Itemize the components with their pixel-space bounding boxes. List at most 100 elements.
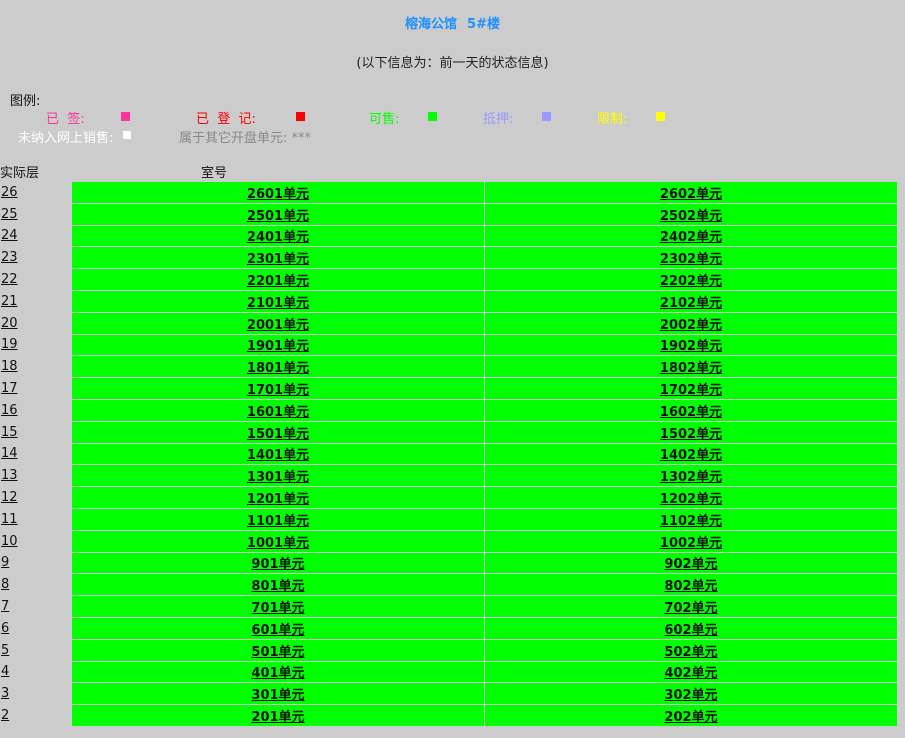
floor-link[interactable]: 13: [1, 468, 18, 483]
unit-link[interactable]: 1202单元: [660, 492, 722, 507]
floor-link[interactable]: 15: [1, 425, 18, 440]
table-row: 14 1401单元 1402单元: [0, 442, 898, 466]
unit-link[interactable]: 2002单元: [660, 318, 722, 333]
floor-link[interactable]: 21: [1, 294, 18, 309]
floor-link[interactable]: 2: [1, 708, 9, 723]
unit-link[interactable]: 301单元: [251, 688, 304, 703]
unit-link[interactable]: 1801单元: [247, 361, 309, 376]
unit-link[interactable]: 2101单元: [247, 296, 309, 311]
floor-link[interactable]: 16: [1, 403, 18, 418]
unit-link[interactable]: 702单元: [664, 601, 717, 616]
unit-cell: 1801单元: [71, 355, 485, 379]
floor-cell: 21: [0, 289, 72, 313]
legend-mortgaged-label: 抵押:: [483, 112, 514, 127]
floor-link[interactable]: 12: [1, 490, 18, 505]
page-title: 榕海公馆 5#楼: [0, 13, 905, 32]
unit-link[interactable]: 1102单元: [660, 514, 722, 529]
unit-link[interactable]: 1301单元: [247, 470, 309, 485]
floor-link[interactable]: 10: [1, 534, 18, 549]
unit-link[interactable]: 2202单元: [660, 274, 722, 289]
unit-link[interactable]: 2401单元: [247, 230, 309, 245]
unit-link[interactable]: 2301单元: [247, 252, 309, 267]
floor-cell: 22: [0, 268, 72, 291]
unit-link[interactable]: 401单元: [251, 666, 304, 681]
floor-link[interactable]: 4: [1, 664, 9, 679]
unit-link[interactable]: 1101单元: [247, 514, 309, 529]
unit-cell: 401单元: [71, 660, 485, 684]
unit-link[interactable]: 2502单元: [660, 209, 722, 224]
unit-cell: 301单元: [71, 682, 485, 706]
legend-unlisted-swatch: [123, 131, 131, 139]
unit-link[interactable]: 1601单元: [247, 405, 309, 420]
unit-link[interactable]: 802单元: [664, 579, 717, 594]
table-row: 6 601单元 602单元: [0, 616, 898, 640]
floor-link[interactable]: 20: [1, 316, 18, 331]
floor-link[interactable]: 24: [1, 228, 18, 243]
table-row: 2 201单元 202单元: [0, 704, 898, 727]
unit-link[interactable]: 701单元: [251, 601, 304, 616]
unit-link[interactable]: 1302单元: [660, 470, 722, 485]
floor-link[interactable]: 9: [1, 555, 9, 570]
unit-link[interactable]: 501单元: [251, 645, 304, 660]
floor-link[interactable]: 18: [1, 359, 18, 374]
floor-link[interactable]: 22: [1, 272, 18, 287]
floor-link[interactable]: 7: [1, 599, 9, 614]
unit-link[interactable]: 1901单元: [247, 339, 309, 354]
unit-link[interactable]: 1701单元: [247, 383, 309, 398]
unit-link[interactable]: 2302单元: [660, 252, 722, 267]
unit-link[interactable]: 2201单元: [247, 274, 309, 289]
unit-table: 26 2601单元 2602单元 25 2501单元 2502单元 24 2401单元 2402…: [0, 181, 898, 727]
floor-cell: 8: [0, 573, 72, 597]
unit-link[interactable]: 402单元: [664, 666, 717, 681]
unit-link[interactable]: 201单元: [251, 710, 304, 725]
unit-link[interactable]: 1802单元: [660, 361, 722, 376]
unit-link[interactable]: 1401单元: [247, 448, 309, 463]
floor-cell: 20: [0, 311, 72, 335]
unit-link[interactable]: 302单元: [664, 688, 717, 703]
unit-link[interactable]: 1501单元: [247, 427, 309, 442]
unit-link[interactable]: 1502单元: [660, 427, 722, 442]
unit-link[interactable]: 2602单元: [660, 187, 722, 202]
floor-link[interactable]: 3: [1, 686, 9, 701]
unit-link[interactable]: 1002单元: [660, 536, 722, 551]
unit-link[interactable]: 1602单元: [660, 405, 722, 420]
unit-cell: 801单元: [71, 573, 485, 597]
unit-link[interactable]: 502单元: [664, 645, 717, 660]
unit-link[interactable]: 602单元: [664, 623, 717, 638]
unit-cell: 1201单元: [71, 486, 485, 509]
unit-link[interactable]: 901单元: [251, 557, 304, 572]
floor-link[interactable]: 14: [1, 446, 18, 461]
unit-link[interactable]: 801单元: [251, 579, 304, 594]
unit-cell: 2301单元: [71, 246, 485, 270]
unit-cell: 1402单元: [484, 442, 898, 466]
table-row: 7 701单元 702单元: [0, 595, 898, 618]
floor-link[interactable]: 8: [1, 577, 9, 592]
unit-link[interactable]: 202单元: [664, 710, 717, 725]
unit-link[interactable]: 2402单元: [660, 230, 722, 245]
unit-cell: 1502单元: [484, 420, 898, 444]
floor-link[interactable]: 23: [1, 250, 18, 265]
floor-link[interactable]: 17: [1, 381, 18, 396]
unit-link[interactable]: 2001单元: [247, 318, 309, 333]
unit-link[interactable]: 902单元: [664, 557, 717, 572]
floor-link[interactable]: 19: [1, 337, 18, 352]
unit-cell: 2102单元: [484, 289, 898, 313]
floor-cell: 3: [0, 682, 72, 706]
unit-link[interactable]: 2501单元: [247, 209, 309, 224]
floor-link[interactable]: 25: [1, 207, 18, 222]
floor-cell: 23: [0, 246, 72, 270]
unit-link[interactable]: 1402单元: [660, 448, 722, 463]
floor-link[interactable]: 26: [1, 185, 18, 200]
unit-link[interactable]: 2601单元: [247, 187, 309, 202]
legend-mortgaged-swatch: [542, 112, 551, 121]
unit-link[interactable]: 601单元: [251, 623, 304, 638]
unit-link[interactable]: 1902单元: [660, 339, 722, 354]
unit-link[interactable]: 1702单元: [660, 383, 722, 398]
unit-link[interactable]: 1201单元: [247, 492, 309, 507]
floor-link[interactable]: 6: [1, 621, 9, 636]
floor-link[interactable]: 11: [1, 512, 18, 527]
floor-link[interactable]: 5: [1, 643, 9, 658]
unit-link[interactable]: 2102单元: [660, 296, 722, 311]
unit-link[interactable]: 1001单元: [247, 536, 309, 551]
unit-cell: 501单元: [71, 638, 485, 662]
